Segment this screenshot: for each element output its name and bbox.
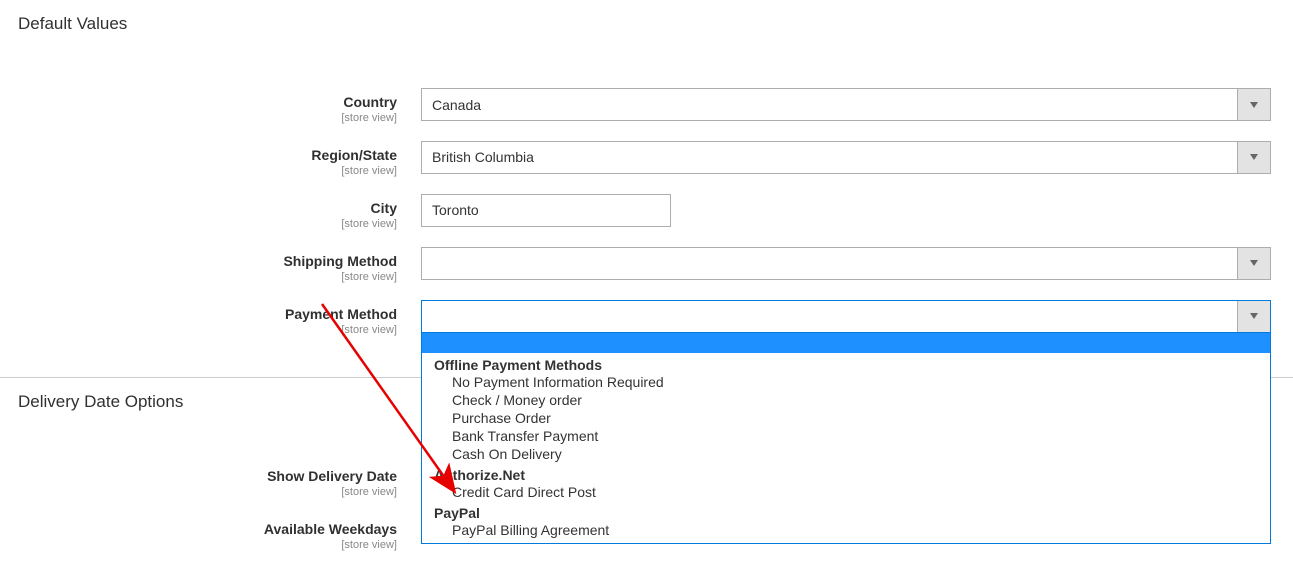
region-select-value: British Columbia [432, 149, 534, 165]
row-payment-method: Payment Method [store view] Offline Paym… [0, 300, 1293, 337]
payment-select[interactable] [421, 300, 1271, 333]
city-input[interactable] [421, 194, 671, 227]
region-label: Region/State [0, 147, 397, 164]
row-shipping-method: Shipping Method [store view] [0, 247, 1293, 284]
shipping-select[interactable] [421, 247, 1271, 280]
chevron-down-icon [1237, 142, 1270, 173]
country-scope: [store view] [0, 112, 397, 125]
option-cc-direct-post[interactable]: Credit Card Direct Post [422, 483, 1270, 501]
option-check-money-order[interactable]: Check / Money order [422, 391, 1270, 409]
chevron-down-icon [1237, 301, 1270, 332]
payment-label: Payment Method [0, 306, 397, 323]
row-city: City [store view] [0, 194, 1293, 231]
option-paypal-billing-agreement[interactable]: PayPal Billing Agreement [422, 521, 1270, 539]
optgroup-offline: Offline Payment Methods [422, 353, 1270, 373]
shipping-label: Shipping Method [0, 253, 397, 270]
show-date-label: Show Delivery Date [0, 468, 397, 485]
row-country: Country [store view] Canada [0, 88, 1293, 125]
section-title-default-values: Default Values [0, 0, 1293, 48]
optgroup-paypal: PayPal [422, 501, 1270, 521]
weekdays-scope: [store view] [0, 539, 397, 552]
weekdays-label: Available Weekdays [0, 521, 397, 538]
payment-method-dropdown[interactable]: Offline Payment Methods No Payment Infor… [421, 333, 1271, 544]
country-label: Country [0, 94, 397, 111]
country-select[interactable]: Canada [421, 88, 1271, 121]
payment-scope: [store view] [0, 324, 397, 337]
region-scope: [store view] [0, 165, 397, 178]
shipping-scope: [store view] [0, 271, 397, 284]
chevron-down-icon [1237, 89, 1270, 120]
chevron-down-icon [1237, 248, 1270, 279]
city-scope: [store view] [0, 218, 397, 231]
city-label: City [0, 200, 397, 217]
country-select-value: Canada [432, 97, 481, 113]
region-select[interactable]: British Columbia [421, 141, 1271, 174]
option-cash-on-delivery[interactable]: Cash On Delivery [422, 445, 1270, 463]
option-purchase-order[interactable]: Purchase Order [422, 409, 1270, 427]
row-region: Region/State [store view] British Columb… [0, 141, 1293, 178]
option-no-payment-info[interactable]: No Payment Information Required [422, 373, 1270, 391]
option-bank-transfer[interactable]: Bank Transfer Payment [422, 427, 1270, 445]
optgroup-authorize-net: Authorize.Net [422, 463, 1270, 483]
dropdown-highlight-bar [422, 333, 1270, 353]
show-date-scope: [store view] [0, 486, 397, 499]
